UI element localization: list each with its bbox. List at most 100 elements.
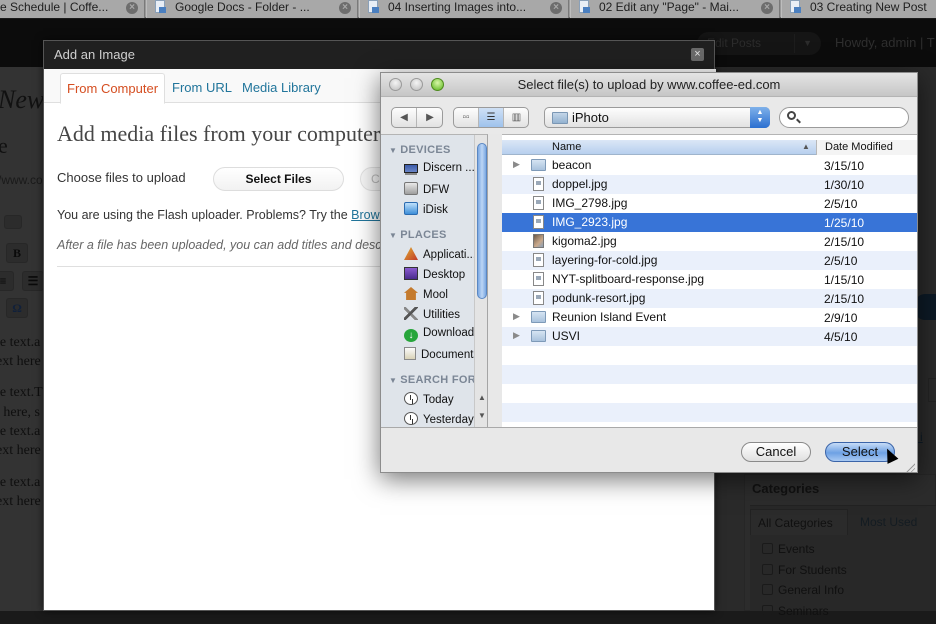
file-row[interactable]: kigoma2.jpg2/15/10 [502,232,918,251]
close-tab-icon[interactable]: × [126,2,138,14]
browser-tab[interactable]: 03 Creating New Post [781,0,936,18]
sidebar-item-dfw[interactable]: DFW [404,182,449,196]
tab-from-url[interactable]: From URL [172,73,232,104]
laptop-icon [404,164,418,173]
cancel-button[interactable]: Cancel [741,442,811,462]
close-tab-icon[interactable]: × [339,2,351,14]
sidebar-item-discern[interactable]: Discern ... [404,162,475,174]
sidebar-item-idisk[interactable]: iDisk [404,202,448,216]
column-view-icon[interactable]: ▥ [504,108,529,127]
file-dialog-titlebar[interactable]: Select file(s) to upload by www.coffee-e… [381,73,917,97]
sidebar-item-home[interactable]: Mool [404,287,448,301]
bullet-list-button[interactable]: ☰ [22,271,44,291]
location-popup[interactable]: iPhoto ▲▼ [544,107,770,128]
editor-text-line: ext here [0,354,41,370]
category-checkbox[interactable] [762,564,773,575]
scroll-down-arrow-icon[interactable]: ▼ [478,411,486,420]
applications-icon [404,247,418,260]
disclosure-triangle-icon[interactable]: ▼ [389,146,397,155]
tab-from-computer[interactable]: From Computer [60,73,165,104]
tab-label: 03 Creating New Post [810,0,927,14]
sidebar-item-yesterday[interactable]: Yesterday [404,412,474,426]
browser-tab[interactable]: Google Docs - Folder - ... × [146,0,358,18]
tab-label: Google Docs - Folder - ... [175,0,310,14]
resize-grip[interactable] [905,462,915,472]
sidebar-section-places[interactable]: ▼PLACES [389,229,447,241]
tab-most-used[interactable]: Most Used [860,515,917,529]
file-row[interactable]: ▶USVI4/5/10 [502,327,918,346]
forward-arrow-icon[interactable]: ▶ [417,108,443,127]
document-icon [579,0,589,13]
select-files-button[interactable]: Select Files [213,167,344,191]
category-checkbox[interactable] [762,605,773,616]
category-checkbox[interactable] [762,584,773,595]
icon-view-icon[interactable]: ▫▫ [454,108,479,127]
category-item[interactable]: Seminars [762,604,847,624]
sidebar-scrollbar[interactable]: ▲ ▼ [474,135,488,427]
publish-button-fragment[interactable] [915,294,936,320]
editor-text-line: t here, s [0,405,40,421]
file-dialog-footer: Cancel Select [381,427,917,473]
category-checkbox[interactable] [762,543,773,554]
sidebar-section-devices[interactable]: ▼DEVICES [389,144,451,156]
file-row[interactable]: ▶Reunion Island Event2/9/10 [502,308,918,327]
sidebar-item-applications[interactable]: Applicati... [404,247,476,261]
close-tab-icon[interactable]: × [761,2,773,14]
file-date-modified: 2/5/10 [824,254,857,268]
file-row[interactable]: IMG_2923.jpg1/25/10 [502,213,918,232]
category-item[interactable]: Events [762,542,847,563]
special-character-button[interactable]: Ω [6,298,28,318]
sidebar-item-downloads[interactable]: ↓Downloads [404,327,480,342]
scrollbar-thumb[interactable] [477,143,487,299]
bold-button[interactable]: B [6,243,28,263]
folder-icon [531,159,546,171]
permalink-fragment: /www.co [0,173,43,187]
upload-media-icon[interactable] [4,215,22,229]
back-forward-control: ◀ ▶ [391,107,443,128]
disclosure-triangle-icon[interactable]: ▶ [513,311,520,322]
disclosure-triangle-icon[interactable]: ▶ [513,330,520,341]
column-header-date-modified[interactable]: Date Modified [816,140,918,155]
browser-tab[interactable]: e Schedule | Coffe... × [0,0,145,18]
utilities-icon [404,307,418,320]
file-name: USVI [552,329,580,343]
category-item[interactable]: For Students [762,563,847,584]
disclosure-triangle-icon[interactable]: ▶ [513,159,520,170]
file-row[interactable]: ▶beacon3/15/10 [502,156,918,175]
sidebar-item-utilities[interactable]: Utilities [404,307,460,321]
disclosure-triangle-icon[interactable]: ▼ [389,376,397,385]
edit-posts-dropdown[interactable]: Edit Posts ▼ [697,32,821,55]
image-thumbnail-icon [533,234,544,248]
editor-text-line: le text.a [0,475,40,491]
tab-all-categories[interactable]: All Categories [750,509,848,535]
file-row[interactable]: NYT-splitboard-response.jpg1/15/10 [502,270,918,289]
list-view-icon[interactable]: ☰ [479,108,504,127]
align-justify-button[interactable]: ≡ [0,271,14,291]
browser-tab[interactable]: 02 Edit any "Page" - Mai... × [570,0,780,18]
close-tab-icon[interactable]: × [550,2,562,14]
sidebar-section-search-for[interactable]: ▼SEARCH FOR [389,374,476,386]
sidebar-item-today[interactable]: Today [404,392,454,406]
scroll-up-arrow-icon[interactable]: ▲ [478,393,486,402]
tag-input-fragment[interactable] [928,378,936,402]
browser-tab[interactable]: 04 Inserting Images into... × [359,0,569,18]
file-row[interactable]: doppel.jpg1/30/10 [502,175,918,194]
sidebar-item-desktop[interactable]: Desktop [404,267,465,281]
disk-icon [404,182,418,195]
file-dialog-toolbar: ◀ ▶ ▫▫ ☰ ▥ iPhoto ▲▼ [381,98,917,134]
category-item[interactable]: General Info [762,583,847,604]
back-arrow-icon[interactable]: ◀ [392,108,417,127]
search-field[interactable] [779,107,909,128]
disclosure-triangle-icon[interactable]: ▼ [389,231,397,240]
column-header-name[interactable]: Name [552,141,581,153]
sidebar-item-documents[interactable]: Documents [404,347,479,361]
post-title-fragment: e [0,133,8,159]
file-row[interactable]: podunk-resort.jpg2/15/10 [502,289,918,308]
tab-media-library[interactable]: Media Library [242,73,321,104]
file-row[interactable]: layering-for-cold.jpg2/5/10 [502,251,918,270]
flash-note-text: You are using the Flash uploader. Proble… [57,208,351,222]
close-icon[interactable]: × [691,48,704,61]
file-row[interactable]: IMG_2798.jpg2/5/10 [502,194,918,213]
view-mode-control: ▫▫ ☰ ▥ [453,107,529,128]
file-date-modified: 2/15/10 [824,292,864,306]
